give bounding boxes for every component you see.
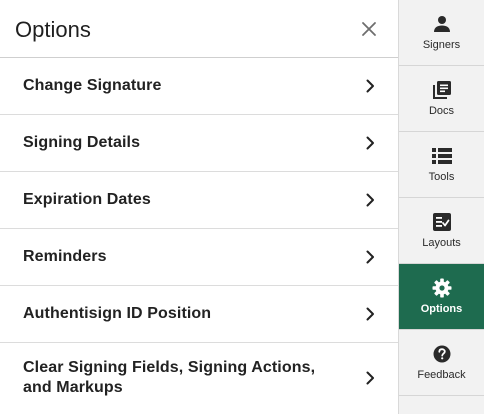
app-root: Options Change Signature Signing Details: [0, 0, 484, 414]
gear-icon: [432, 278, 452, 298]
option-signing-details[interactable]: Signing Details: [0, 115, 398, 172]
chevron-right-icon: [364, 249, 376, 265]
documents-icon: [432, 80, 452, 100]
option-label: Expiration Dates: [23, 191, 151, 208]
sidebar-item-label: Signers: [422, 39, 461, 51]
option-label: Signing Details: [23, 134, 141, 151]
option-expiration-dates[interactable]: Expiration Dates: [0, 172, 398, 229]
chevron-right-icon: [364, 78, 376, 94]
options-list: Change Signature Signing Details Expirat…: [0, 58, 398, 413]
sidebar-item-label: Layouts: [422, 237, 461, 249]
option-change-signature[interactable]: Change Signature: [0, 58, 398, 115]
sidebar-item-feedback[interactable]: Feedback: [399, 330, 484, 396]
option-authentisign-id-position[interactable]: Authentisign ID Position: [0, 286, 398, 343]
sidebar-item-tools[interactable]: Tools: [399, 132, 484, 198]
help-icon: [433, 344, 451, 364]
panel-header: Options: [0, 0, 398, 58]
option-clear-signing-fields[interactable]: Clear Signing Fields, Signing Actions, a…: [0, 343, 398, 413]
sidebar-item-signers[interactable]: Signers: [399, 0, 484, 66]
chevron-right-icon: [364, 135, 376, 151]
close-icon: [362, 21, 376, 36]
close-button[interactable]: [358, 18, 380, 40]
person-icon: [433, 14, 451, 34]
option-label: Change Signature: [23, 77, 162, 94]
option-label: Clear Signing Fields, Signing Actions, a…: [23, 359, 316, 396]
right-sidebar: Signers Docs Tools Layouts Options Feedb…: [399, 0, 484, 414]
panel-title: Options: [15, 16, 91, 42]
options-panel: Options Change Signature Signing Details: [0, 0, 399, 414]
sidebar-item-label: Feedback: [417, 369, 466, 381]
checklist-icon: [432, 212, 452, 232]
sidebar-item-label: Docs: [428, 105, 455, 117]
option-reminders[interactable]: Reminders: [0, 229, 398, 286]
option-label: Authentisign ID Position: [23, 305, 212, 322]
sidebar-item-label: Options: [420, 303, 463, 315]
sidebar-item-docs[interactable]: Docs: [399, 66, 484, 132]
sidebar-item-layouts[interactable]: Layouts: [399, 198, 484, 264]
sidebar-item-options[interactable]: Options: [399, 264, 484, 330]
sidebar-item-label: Tools: [428, 171, 455, 183]
chevron-right-icon: [364, 192, 376, 208]
option-label: Reminders: [23, 248, 107, 265]
chevron-right-icon: [364, 370, 376, 386]
list-icon: [431, 146, 452, 166]
chevron-right-icon: [364, 306, 376, 322]
